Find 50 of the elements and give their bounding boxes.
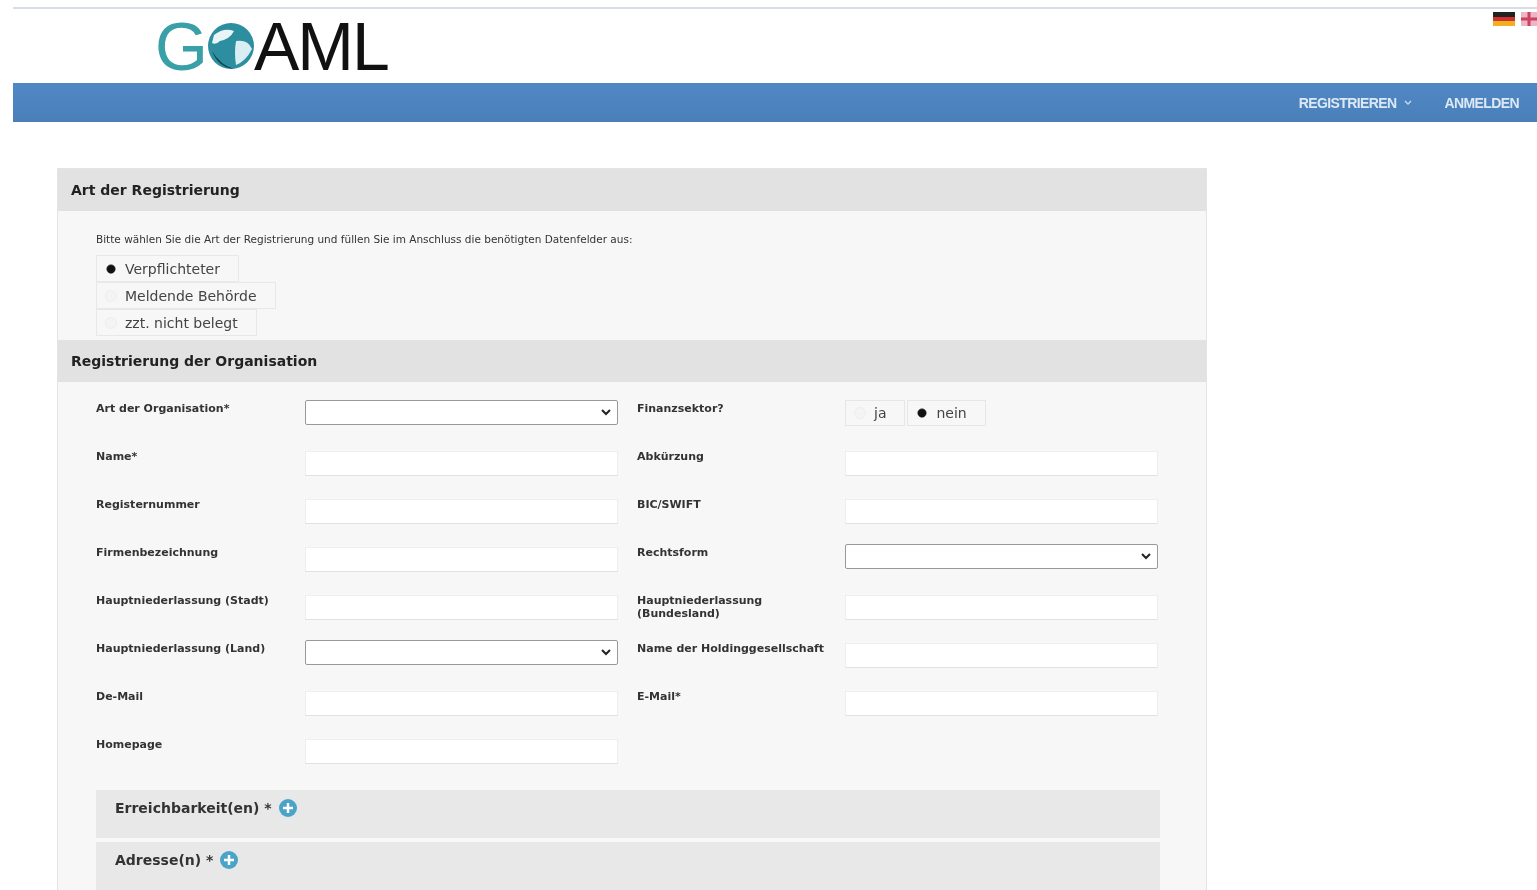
logo-text: G [155, 12, 208, 80]
field-label: Rechtsform [637, 545, 710, 561]
input-field[interactable] [305, 739, 618, 764]
select-field[interactable] [305, 640, 618, 665]
instruction-text: Bitte wählen Sie die Art der Registrierung und füllen Sie im Anschluss die benötigten Datenfelder aus: [96, 233, 633, 245]
field-label: Homepage [96, 737, 164, 753]
german-flag-icon [1493, 12, 1515, 26]
input-field[interactable] [845, 499, 1158, 524]
field-label: Hauptniederlassung (Bundesland) [637, 593, 764, 622]
input-field[interactable] [305, 691, 618, 716]
select-field[interactable] [845, 544, 1158, 569]
input-field[interactable] [305, 451, 618, 476]
chevron-icon [1141, 553, 1151, 560]
radio-option[interactable]: zzt. nicht belegt [96, 309, 257, 336]
field-label: Finanzsektor? [637, 401, 725, 417]
caret-icon [1404, 99, 1413, 106]
input-field[interactable] [845, 691, 1158, 716]
radio-option[interactable]: Meldende Behörde [96, 282, 276, 309]
field-label: Abkürzung [637, 449, 705, 465]
chevron-icon [601, 409, 611, 416]
input-field[interactable] [305, 547, 618, 572]
field-label: Hauptniederlassung (Stadt) [96, 593, 270, 609]
field-label: Hauptniederlassung (Land) [96, 641, 267, 657]
field-label: BIC/SWIFT [637, 497, 702, 513]
subsection-title: Erreichbarkeit(en) * [115, 800, 272, 816]
field-label: Name der Holdinggesellschaft [637, 641, 826, 657]
radio-option[interactable]: nein [907, 400, 986, 426]
input-field[interactable] [305, 595, 618, 620]
field-label: Registernummer [96, 497, 201, 513]
subsection-title: Adresse(n) * [115, 852, 214, 868]
input-field[interactable] [305, 499, 618, 524]
select-field[interactable] [305, 400, 618, 425]
add-icon[interactable] [219, 850, 240, 870]
uk-flag-icon [1521, 12, 1537, 26]
section-header: Registrierung der Organisation [58, 340, 1206, 382]
field-label: De-Mail [96, 689, 145, 705]
field-label: Art der Organisation* [96, 401, 231, 417]
radio-option[interactable]: Verpflichteter [96, 255, 239, 282]
input-field[interactable] [845, 451, 1158, 476]
section-header: Art der Registrierung [58, 169, 1206, 211]
globe-icon [205, 21, 256, 71]
logo-text: AML [253, 12, 388, 80]
add-icon[interactable] [277, 798, 298, 818]
field-label: E-Mail* [637, 689, 682, 705]
input-field[interactable] [845, 643, 1158, 668]
input-field[interactable] [845, 595, 1158, 620]
chevron-icon [601, 649, 611, 656]
radio-option[interactable]: ja [845, 400, 906, 426]
field-label: Name* [96, 449, 139, 465]
field-label: Firmenbezeichnung [96, 545, 220, 561]
